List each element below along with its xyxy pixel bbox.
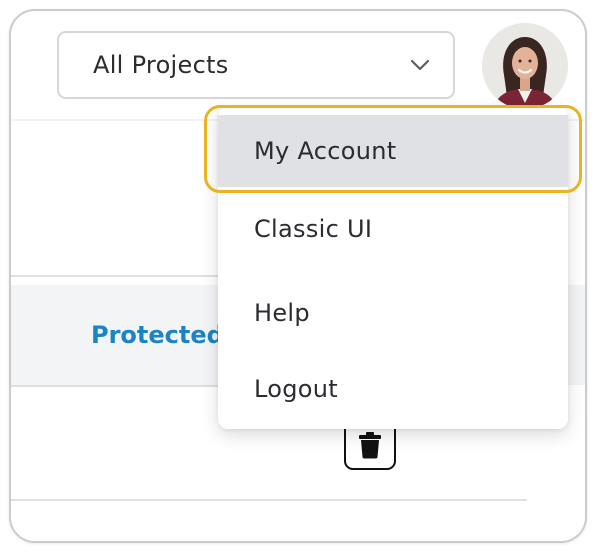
project-select[interactable]: All Projects — [57, 31, 455, 99]
app-window: All Projects Protected My Account Classi… — [9, 9, 587, 543]
menu-item-logout[interactable]: Logout — [218, 353, 568, 425]
user-dropdown-menu: My Account Classic UI Help Logout — [218, 107, 568, 429]
user-avatar-icon — [482, 23, 568, 109]
avatar[interactable] — [482, 23, 568, 109]
chevron-down-icon — [409, 54, 431, 76]
menu-item-my-account[interactable]: My Account — [218, 115, 568, 187]
table-footer — [11, 501, 527, 541]
project-select-value: All Projects — [93, 51, 229, 79]
trash-icon — [359, 432, 381, 459]
top-bar: All Projects — [11, 11, 585, 119]
menu-item-help[interactable]: Help — [218, 277, 568, 349]
menu-item-classic-ui[interactable]: Classic UI — [218, 193, 568, 265]
protected-link[interactable]: Protected — [91, 321, 224, 349]
